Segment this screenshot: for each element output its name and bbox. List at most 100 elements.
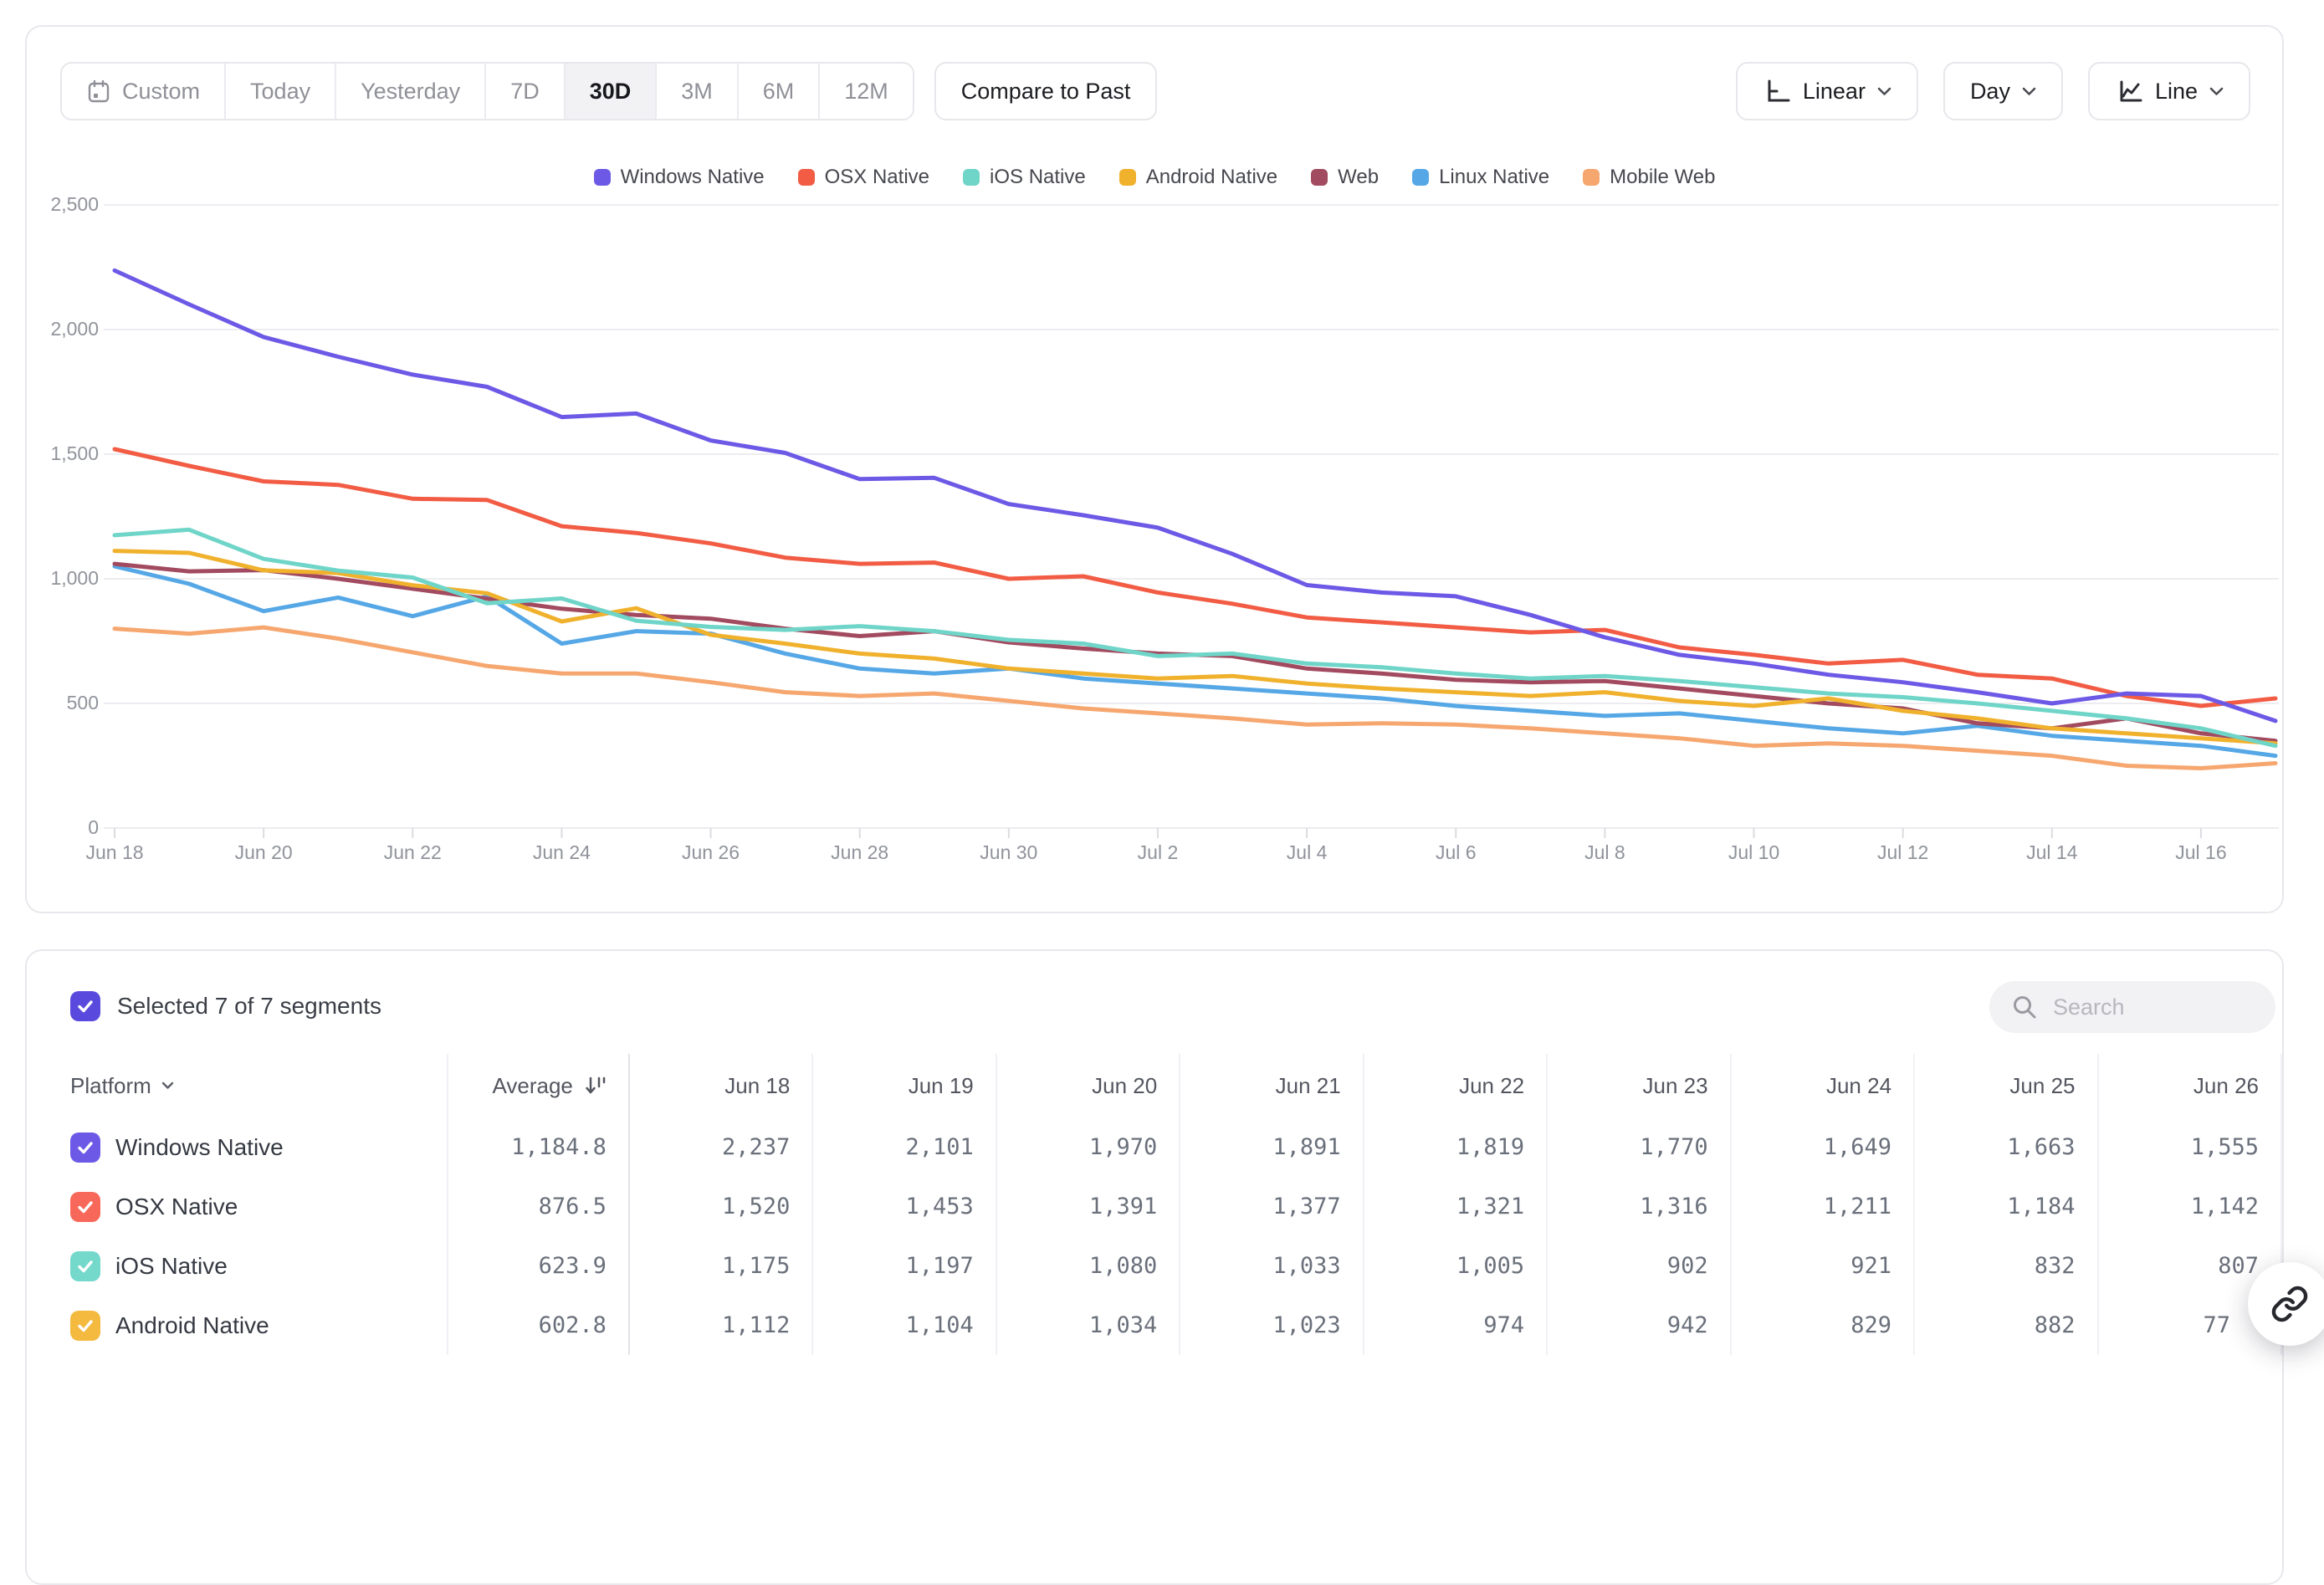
value-cell: 1,555 (2098, 1117, 2282, 1177)
date-range-3m[interactable]: 3M (657, 64, 739, 119)
date-column-header[interactable]: Jun 19 (812, 1054, 996, 1117)
legend-swatch (1412, 169, 1429, 186)
table-row-ios-native: iOS Native623.91,1751,1971,0801,0331,005… (27, 1236, 2281, 1296)
platform-cell: OSX Native (27, 1177, 448, 1236)
value-cell: 1,663 (1914, 1117, 2097, 1177)
segments-table-card: Selected 7 of 7 segments Platform (25, 949, 2284, 1585)
average-cell: 602.8 (448, 1296, 629, 1355)
select-all-checkbox[interactable] (70, 991, 100, 1021)
date-range-12m[interactable]: 12M (820, 64, 913, 119)
date-column-header[interactable]: Jun 22 (1364, 1054, 1547, 1117)
search-box[interactable] (1989, 981, 2275, 1033)
value-cell: 882 (1914, 1296, 2097, 1355)
value-cell: 2,101 (812, 1117, 996, 1177)
date-column-header[interactable]: Jun 20 (996, 1054, 1180, 1117)
date-column-header[interactable]: Jun 26 (2098, 1054, 2282, 1117)
date-column-header[interactable]: Jun 21 (1180, 1054, 1363, 1117)
chevron-down-icon (2209, 87, 2224, 96)
value-cell: 1,377 (1180, 1177, 1363, 1236)
average-cell: 623.9 (448, 1236, 629, 1296)
date-column-header[interactable]: Jun 18 (629, 1054, 812, 1117)
date-range-30d[interactable]: 30D (566, 64, 658, 119)
chart-type-select[interactable]: Line (2088, 62, 2250, 120)
segment-checkbox[interactable] (70, 1311, 100, 1341)
date-range-label: Custom (122, 79, 200, 105)
legend-swatch (594, 169, 611, 186)
chevron-down-icon (161, 1081, 174, 1090)
value-cell: 1,184 (1914, 1177, 2097, 1236)
legend-label: Windows Native (621, 166, 765, 189)
date-range-label: 7D (510, 79, 540, 105)
legend-item[interactable]: OSX Native (798, 166, 929, 189)
platform-cell: iOS Native (27, 1236, 448, 1296)
table-row-osx-native: OSX Native876.51,5201,4531,3911,3771,321… (27, 1177, 2281, 1236)
date-range-label: 30D (590, 79, 632, 105)
legend-item[interactable]: iOS Native (963, 166, 1086, 189)
compare-to-past-button[interactable]: Compare to Past (934, 62, 1158, 120)
platform-label: OSX Native (115, 1194, 238, 1220)
date-range-today[interactable]: Today (226, 64, 336, 119)
date-range-label: Yesterday (361, 79, 460, 105)
legend-item[interactable]: Linux Native (1412, 166, 1549, 189)
value-cell: 1,649 (1731, 1117, 1914, 1177)
line-chart-icon (2115, 77, 2143, 105)
platform-header-label: Platform (70, 1073, 151, 1099)
date-range-7d[interactable]: 7D (486, 64, 566, 119)
segment-checkbox[interactable] (70, 1251, 100, 1281)
platform-label: Windows Native (115, 1134, 284, 1161)
date-column-header[interactable]: Jun 25 (1914, 1054, 2097, 1117)
chart-series-linux-native (115, 566, 2275, 756)
line-chart[interactable] (27, 27, 2282, 912)
value-cell: 1,104 (812, 1296, 996, 1355)
search-input[interactable] (2051, 994, 2247, 1021)
interval-label: Day (1970, 79, 2010, 105)
legend-item[interactable]: Android Native (1119, 166, 1277, 189)
value-cell: 1,321 (1364, 1177, 1547, 1236)
average-cell: 876.5 (448, 1177, 629, 1236)
value-cell: 832 (1914, 1236, 2097, 1296)
platform-cell: Android Native (27, 1296, 448, 1355)
chevron-down-icon (2022, 87, 2036, 96)
average-header-label: Average (493, 1073, 573, 1099)
value-cell: 942 (1547, 1296, 1730, 1355)
legend-label: Web (1338, 166, 1379, 189)
value-cell: 1,080 (996, 1236, 1180, 1296)
date-range-yesterday[interactable]: Yesterday (336, 64, 486, 119)
value-cell: 1,770 (1547, 1117, 1730, 1177)
calendar-icon (86, 79, 111, 104)
platform-column-header[interactable]: Platform (27, 1054, 448, 1117)
platform-label: Android Native (115, 1312, 269, 1339)
date-column-header[interactable]: Jun 24 (1731, 1054, 1914, 1117)
value-cell: 2,237 (629, 1117, 812, 1177)
date-column-header[interactable]: Jun 23 (1547, 1054, 1730, 1117)
date-range-custom[interactable]: Custom (62, 64, 226, 119)
selected-summary-row: Selected 7 of 7 segments (70, 991, 381, 1021)
date-range-6m[interactable]: 6M (739, 64, 821, 119)
value-cell: 1,023 (1180, 1296, 1363, 1355)
axes-icon (1763, 77, 1791, 105)
value-cell: 1,520 (629, 1177, 812, 1236)
value-cell: 1,142 (2098, 1177, 2282, 1236)
average-column-header[interactable]: Average (448, 1054, 629, 1117)
legend-label: iOS Native (990, 166, 1086, 189)
legend-swatch (1119, 169, 1136, 186)
date-range-label: 3M (681, 79, 713, 105)
value-cell: 921 (1731, 1236, 1914, 1296)
value-cell: 1,112 (629, 1296, 812, 1355)
value-cell: 1,819 (1364, 1117, 1547, 1177)
legend-item[interactable]: Web (1311, 166, 1379, 189)
chart-card: Custom Today Yesterday 7D 30D 3M 6M 12M Compare… (25, 25, 2284, 913)
table-row-windows-native: Windows Native1,184.82,2372,1011,9701,89… (27, 1117, 2281, 1177)
legend-item[interactable]: Windows Native (594, 166, 765, 189)
date-range-label: Today (250, 79, 310, 105)
date-range-label: 6M (763, 79, 795, 105)
legend-item[interactable]: Mobile Web (1583, 166, 1715, 189)
segment-checkbox[interactable] (70, 1133, 100, 1163)
scale-select[interactable]: Linear (1736, 62, 1918, 120)
value-cell: 829 (1731, 1296, 1914, 1355)
interval-select[interactable]: Day (1943, 62, 2063, 120)
value-cell: 1,005 (1364, 1236, 1547, 1296)
legend-swatch (798, 169, 815, 186)
segment-checkbox[interactable] (70, 1192, 100, 1222)
copy-link-button[interactable] (2248, 1262, 2324, 1346)
